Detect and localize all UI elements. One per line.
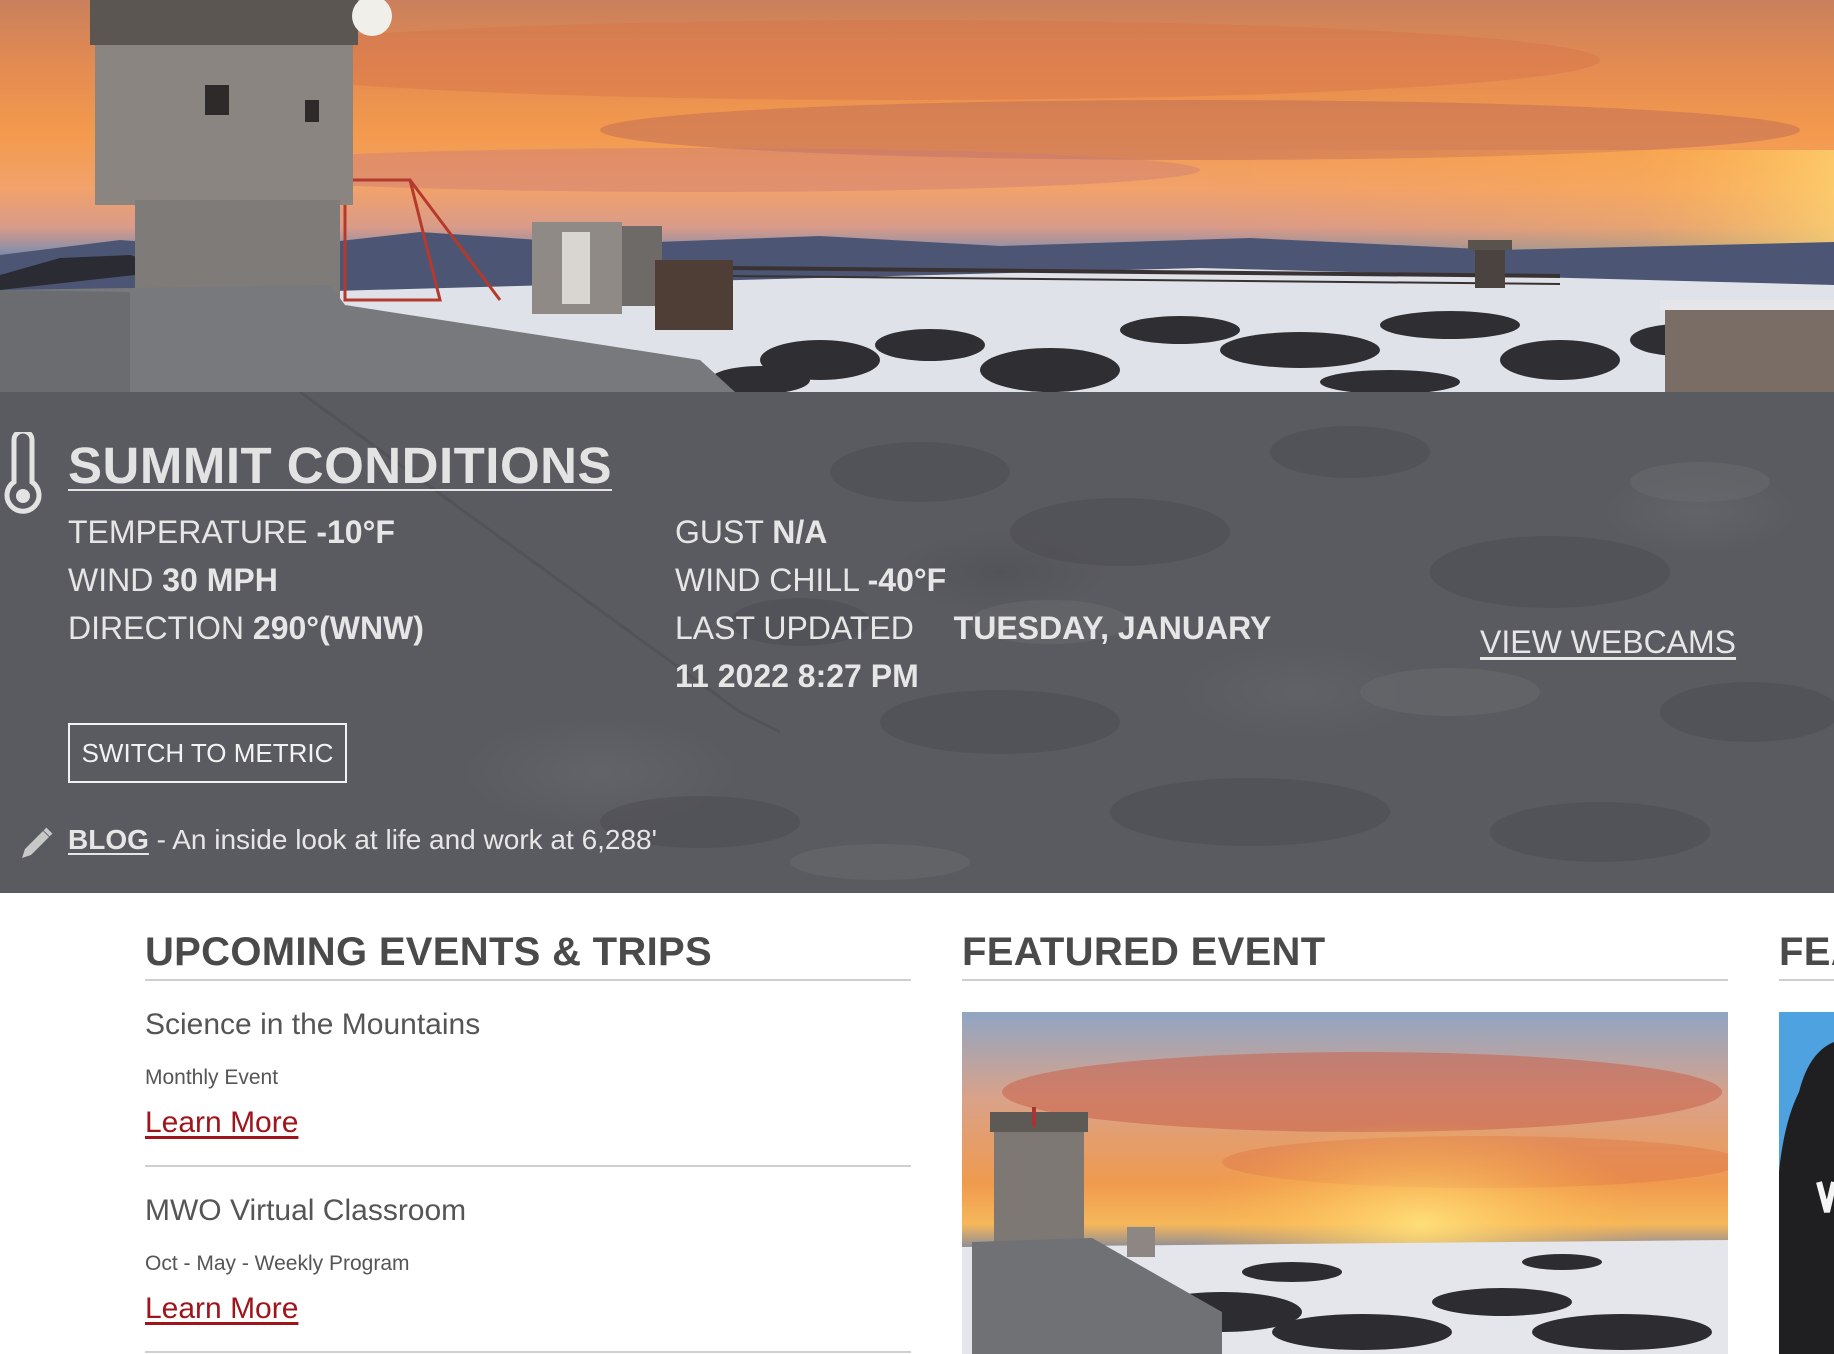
event-title: MWO Virtual Classroom (145, 1194, 467, 1227)
direction-value: 290°(WNW) (252, 610, 424, 646)
event-meta: Monthly Event (145, 1066, 279, 1089)
third-column-heading: FEA (1779, 930, 1834, 974)
wind-stat: WIND 30 MPH (68, 562, 278, 599)
last-updated-label: LAST UPDATED (675, 610, 914, 646)
third-heading-divider (1779, 979, 1834, 981)
wind-chill-label: WIND CHILL (675, 562, 859, 598)
featured-heading-divider (962, 979, 1728, 981)
last-updated-continued: 11 2022 8:27 PM (675, 658, 919, 695)
view-webcams-link[interactable]: VIEW WEBCAMS (1480, 624, 1736, 661)
gust-value: N/A (772, 514, 828, 550)
gust-stat: GUST N/A (675, 514, 827, 551)
event-item: Science in the Mountains Monthly Event L… (145, 1008, 911, 1140)
blog-link[interactable]: BLOG (68, 824, 149, 855)
featured-event-heading: FEATURED EVENT (962, 930, 1326, 974)
summit-conditions-panel: SUMMIT CONDITIONS TEMPERATURE -10°F WIND… (0, 392, 1834, 893)
wind-value: 30 MPH (162, 562, 278, 598)
summit-photo-illustration (0, 0, 1834, 392)
event-divider (145, 1165, 911, 1167)
featured-event-image[interactable] (962, 1012, 1728, 1354)
pencil-icon (22, 827, 53, 858)
hero-photo (0, 0, 1834, 392)
wind-chill-value: -40°F (867, 562, 947, 598)
event-divider (145, 1351, 911, 1353)
direction-stat: DIRECTION 290°(WNW) (68, 610, 424, 647)
event-item: MWO Virtual Classroom Oct - May - Weekly… (145, 1194, 911, 1326)
blog-tagline: - An inside look at life and work at 6,2… (148, 824, 657, 855)
last-updated-stat: LAST UPDATED TUESDAY, JANUARY (675, 610, 1271, 647)
upcoming-events-heading: UPCOMING EVENTS & TRIPS (145, 930, 712, 974)
event-title: Science in the Mountains (145, 1008, 481, 1041)
temperature-stat: TEMPERATURE -10°F (68, 514, 395, 551)
event-meta: Oct - May - Weekly Program (145, 1252, 410, 1275)
third-column-image[interactable] (1779, 1012, 1834, 1354)
temperature-value: -10°F (316, 514, 395, 550)
featured-event-photo (962, 1012, 1728, 1354)
gust-label: GUST (675, 514, 764, 550)
last-updated-value-line1: TUESDAY, JANUARY (953, 610, 1272, 646)
wind-chill-stat: WIND CHILL -40°F (675, 562, 946, 599)
blog-line: BLOG - An inside look at life and work a… (68, 824, 657, 856)
wind-label: WIND (68, 562, 154, 598)
direction-label: DIRECTION (68, 610, 244, 646)
events-heading-divider (145, 979, 911, 981)
temperature-label: TEMPERATURE (68, 514, 308, 550)
learn-more-link[interactable]: Learn More (145, 1292, 298, 1326)
thermometer-icon (4, 432, 42, 514)
learn-more-link[interactable]: Learn More (145, 1106, 298, 1140)
summit-conditions-title[interactable]: SUMMIT CONDITIONS (68, 436, 612, 495)
switch-to-metric-button[interactable]: SWITCH TO METRIC (68, 723, 347, 783)
third-column-photo (1779, 1042, 1834, 1354)
last-updated-value-line2: 11 2022 8:27 PM (675, 658, 919, 694)
